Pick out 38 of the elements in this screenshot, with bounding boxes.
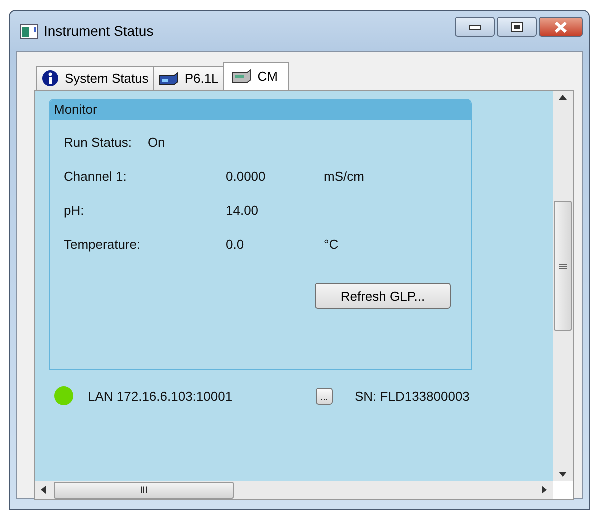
field-value: 0.0 [225,237,246,252]
field-label: pH: [64,203,86,218]
scroll-thumb[interactable]: III [54,482,234,498]
app-icon [20,24,38,38]
tab[interactable]: P6.1L [152,66,224,90]
tab[interactable]: System Status [36,66,154,90]
up-arrow-icon [559,95,567,100]
refresh-glp-button[interactable]: Refresh GLP... [315,283,451,309]
field-value: On [148,135,166,150]
connection-label: LAN 172.16.6.103:10001 [88,388,234,404]
field-value: 0.0000 [225,169,267,184]
field-label: Run Status: [64,135,132,150]
minimize-icon [469,24,481,30]
device-icon [158,72,179,85]
left-arrow-icon [41,486,46,494]
close-button[interactable] [539,17,583,37]
horizontal-scrollbar[interactable]: III [35,481,553,499]
close-icon [555,22,567,32]
minimize-button[interactable] [455,17,495,37]
field-value: 14.00 [225,203,260,218]
vertical-scrollbar[interactable] [553,91,573,481]
browse-button[interactable]: ... [316,388,333,404]
unit-label: °C [324,237,340,252]
group-title: Monitor [50,100,471,120]
grip-icon [559,264,567,268]
field-label: Channel 1: [64,169,128,184]
info-icon [42,70,59,87]
device-icon [232,69,252,84]
scroll-thumb[interactable] [554,201,572,331]
right-arrow-icon [542,486,547,494]
maximize-button[interactable] [497,17,537,37]
down-arrow-icon [559,472,567,477]
serial-number: SN: FLD133800003 [355,388,470,404]
field-label: Temperature: [64,237,142,252]
tab[interactable]: CM [222,62,290,90]
unit-label: mS/cm [324,169,366,184]
maximize-icon [511,22,523,32]
window-title: Instrument Status [44,23,155,39]
